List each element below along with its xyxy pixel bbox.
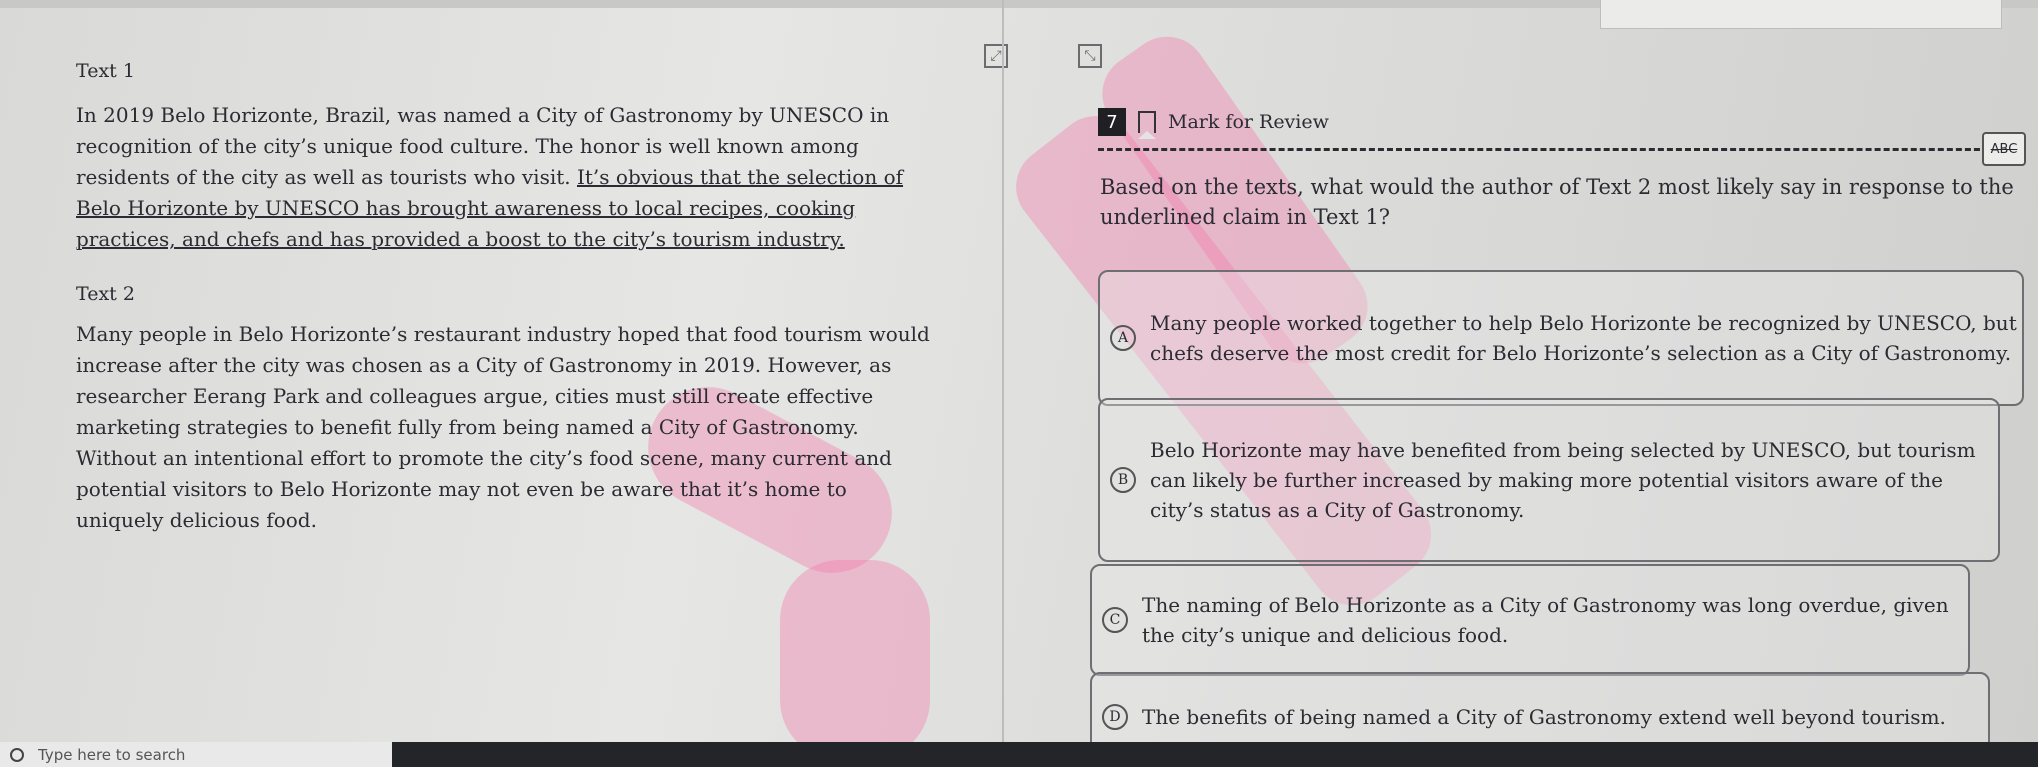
search-icon xyxy=(10,747,24,762)
answer-option-a[interactable]: A Many people worked together to help Be… xyxy=(1098,270,2024,406)
option-text: Many people worked together to help Belo… xyxy=(1150,311,2017,365)
option-text: Belo Horizonte may have benefited from b… xyxy=(1150,438,1976,522)
passage-pane: Text 1 In 2019 Belo Horizonte, Brazil, w… xyxy=(76,60,936,536)
mark-for-review[interactable]: Mark for Review xyxy=(1168,111,1329,133)
option-text: The naming of Belo Horizonte as a City o… xyxy=(1142,593,1949,647)
answer-option-b[interactable]: B Belo Horizonte may have benefited from… xyxy=(1098,398,2000,562)
bookmark-icon[interactable] xyxy=(1138,111,1156,139)
collapse-icon[interactable]: ⤡ xyxy=(1078,44,1102,68)
expand-icon[interactable]: ⤢ xyxy=(984,44,1008,68)
option-letter: B xyxy=(1110,467,1136,493)
answer-option-c[interactable]: C The naming of Belo Horizonte as a City… xyxy=(1090,564,1970,676)
top-panel xyxy=(1600,0,2002,29)
option-letter: D xyxy=(1102,704,1128,730)
option-text: The benefits of being named a City of Ga… xyxy=(1142,705,1946,729)
pane-divider[interactable] xyxy=(1002,0,1004,767)
screen-glare xyxy=(780,560,930,760)
taskbar-search[interactable]: Type here to search xyxy=(0,742,392,767)
abc-eliminator-button[interactable]: ABC xyxy=(1982,132,2026,166)
option-letter: A xyxy=(1110,325,1136,351)
question-prompt: Based on the texts, what would the autho… xyxy=(1100,175,2014,229)
text2-body: Many people in Belo Horizonte’s restaura… xyxy=(76,322,930,532)
question-header: 7 Mark for Review xyxy=(1098,108,1329,139)
search-placeholder: Type here to search xyxy=(38,745,186,764)
header-divider xyxy=(1098,148,1998,151)
question-number: 7 xyxy=(1098,108,1126,136)
text1-title: Text 1 xyxy=(76,60,135,82)
option-letter: C xyxy=(1102,607,1128,633)
text2-title: Text 2 xyxy=(76,283,135,305)
text1-body: In 2019 Belo Horizonte, Brazil, was name… xyxy=(76,100,936,255)
